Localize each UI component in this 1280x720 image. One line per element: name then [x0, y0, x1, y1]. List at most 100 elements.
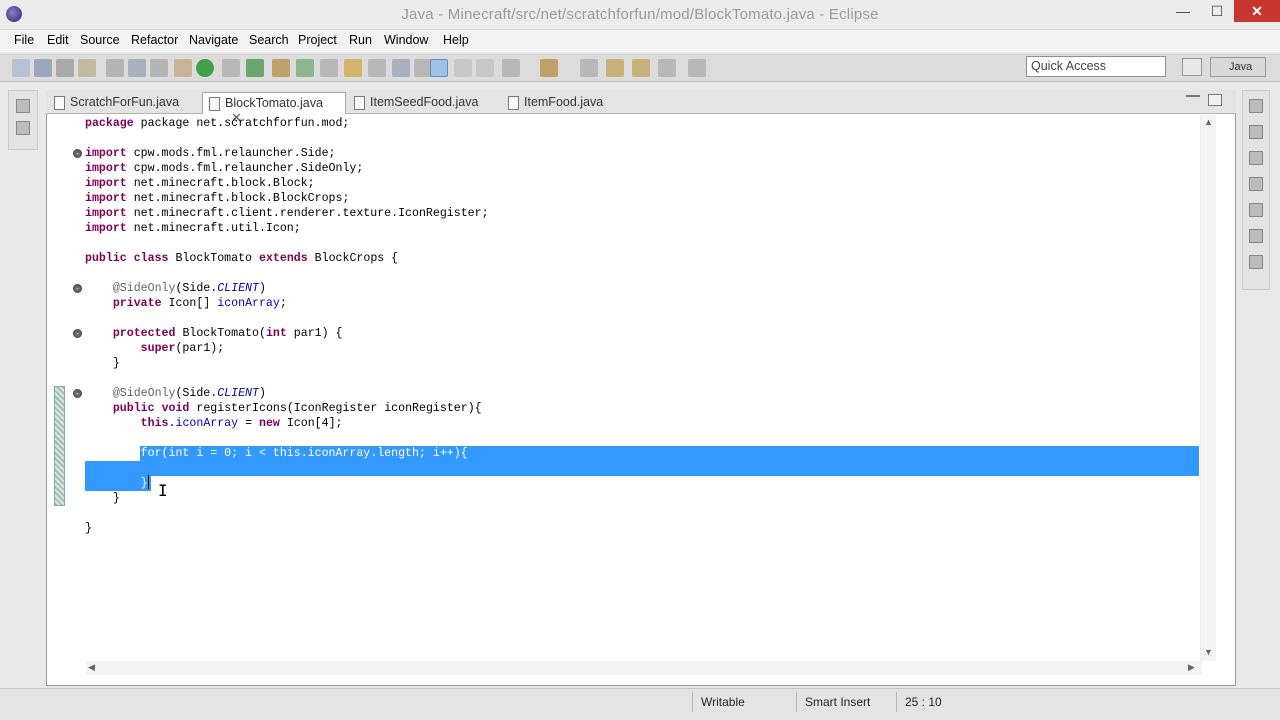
java-file-icon — [508, 96, 519, 110]
menu-help[interactable]: Help — [443, 33, 469, 47]
code-line: @SideOnly(Side.CLIENT) — [112, 387, 266, 400]
open-task-icon[interactable] — [368, 59, 386, 77]
fold-constructor-icon[interactable]: - — [73, 329, 82, 338]
code-line: import net.minecraft.block.BlockCrops; — [85, 192, 350, 205]
ibeam-cursor-icon: I — [158, 481, 168, 500]
menu-search[interactable]: Search — [249, 33, 289, 47]
task-list-icon[interactable] — [1249, 151, 1263, 165]
scroll-left-icon[interactable]: ◀ — [88, 662, 95, 673]
new-package-icon[interactable] — [296, 59, 314, 77]
code-line: public void registerIcons(IconRegister i… — [112, 402, 482, 415]
code-line: import net.minecraft.client.renderer.tex… — [85, 207, 489, 220]
menu-source[interactable]: Source — [80, 33, 120, 47]
build-icon[interactable] — [106, 59, 124, 77]
tab-blocktomato[interactable]: BlockTomato.java ✕ — [202, 92, 346, 125]
restore-right-icon[interactable] — [1249, 99, 1263, 113]
forward-icon[interactable] — [632, 59, 650, 77]
tab-itemseedfood[interactable]: ItemSeedFood.java — [348, 92, 498, 114]
menu-refactor[interactable]: Refactor — [131, 33, 178, 47]
declaration-icon[interactable] — [1249, 229, 1263, 243]
tab-itemfood[interactable]: ItemFood.java — [502, 92, 622, 114]
restore-icon[interactable] — [16, 99, 30, 113]
status-bar — [0, 688, 1280, 720]
back-icon[interactable] — [606, 59, 624, 77]
previous-annotation-icon[interactable] — [540, 59, 558, 77]
code-line: this.iconArray = new Icon[4]; — [140, 417, 343, 430]
right-trim-stack — [1242, 90, 1270, 290]
pin-editor-icon[interactable] — [658, 59, 676, 77]
menu-navigate[interactable]: Navigate — [189, 33, 238, 47]
fold-imports-icon[interactable]: - — [73, 149, 82, 158]
menu-file[interactable]: File — [14, 33, 34, 47]
mark-occurrences-icon[interactable] — [430, 59, 448, 77]
java-file-icon — [209, 97, 220, 111]
show-whitespace-icon[interactable] — [476, 59, 494, 77]
run-icon[interactable] — [196, 59, 214, 77]
scroll-right-icon[interactable]: ▶ — [1188, 662, 1195, 673]
terminal-icon[interactable] — [150, 59, 168, 77]
code-line: super(par1); — [140, 342, 225, 355]
save-icon[interactable] — [34, 59, 52, 77]
close-window-button[interactable]: ✕ — [1234, 0, 1280, 22]
horizontal-scrollbar[interactable]: ◀ ▶ — [86, 661, 1202, 675]
status-insert-mode: Smart Insert — [796, 692, 892, 712]
java-perspective-button[interactable]: Java — [1210, 57, 1266, 77]
code-line: } — [85, 492, 120, 505]
quick-access-input[interactable]: Quick Access — [1026, 56, 1166, 77]
tab-scratchforfun[interactable]: ScratchForFun.java — [48, 92, 198, 114]
menu-window[interactable]: Window — [384, 33, 428, 47]
vertical-scrollbar[interactable]: ▲ ▼ — [1200, 115, 1216, 661]
last-edit-location-icon[interactable] — [580, 59, 598, 77]
new-java-project-icon[interactable] — [272, 59, 290, 77]
status-cursor-position: 25 : 10 — [896, 692, 990, 712]
left-trim-stack — [8, 90, 38, 150]
code-line: import cpw.mods.fml.relauncher.Side; — [85, 147, 336, 160]
tab-label: BlockTomato.java — [225, 96, 323, 110]
fold-field-icon[interactable]: - — [73, 284, 82, 293]
java-file-icon — [354, 96, 365, 110]
outline-icon[interactable] — [1249, 125, 1263, 139]
open-type-icon[interactable] — [344, 59, 362, 77]
javadoc-icon[interactable] — [1249, 203, 1263, 217]
problems-icon[interactable] — [1249, 177, 1263, 191]
new-class-icon[interactable] — [320, 59, 338, 77]
scroll-down-icon[interactable]: ▼ — [1204, 647, 1213, 657]
next-annotation-icon[interactable] — [502, 59, 520, 77]
coverage-icon[interactable] — [222, 59, 240, 77]
misc-tool-icon[interactable] — [688, 59, 706, 77]
external-tools-icon[interactable] — [246, 59, 264, 77]
quick-diff-change-bar — [54, 386, 65, 506]
maximize-button[interactable]: ☐ — [1202, 0, 1232, 22]
block-selection-icon[interactable] — [454, 59, 472, 77]
menu-run[interactable]: Run — [349, 33, 372, 47]
save-all-icon[interactable] — [56, 59, 74, 77]
console-icon[interactable] — [1249, 255, 1263, 269]
package-explorer-icon[interactable] — [16, 121, 30, 135]
code-line: protected BlockTomato(int par1) { — [112, 327, 343, 340]
code-editor[interactable]: package package net.scratchforfun.mod; i… — [85, 116, 489, 536]
code-line: @SideOnly(Side.CLIENT) — [112, 282, 266, 295]
debug-icon[interactable] — [174, 59, 192, 77]
menu-edit[interactable]: Edit — [47, 33, 69, 47]
code-line: public class BlockTomato extends BlockCr… — [85, 252, 399, 265]
window-title: Java - Minecraft/src/net/scratchforfun/m… — [401, 6, 879, 23]
minimize-editor-icon[interactable] — [1186, 95, 1200, 105]
scroll-up-icon[interactable]: ▲ — [1204, 117, 1213, 127]
code-line: for(int i = 0; i < this.iconArray.length… — [140, 447, 468, 460]
print-icon[interactable] — [78, 59, 96, 77]
tab-label: ItemSeedFood.java — [370, 95, 479, 109]
tab-label: ItemFood.java — [524, 95, 604, 109]
status-writable: Writable — [692, 692, 792, 712]
menu-project[interactable]: Project — [298, 33, 337, 47]
maximize-editor-icon[interactable] — [1208, 94, 1222, 106]
code-line: private Icon[] iconArray; — [112, 297, 287, 310]
fold-method-icon[interactable]: - — [73, 389, 82, 398]
toggle-icon[interactable] — [128, 59, 146, 77]
search-icon[interactable] — [392, 59, 410, 77]
minimize-button[interactable]: — — [1168, 0, 1198, 22]
new-icon[interactable] — [12, 59, 30, 77]
open-perspective-icon[interactable] — [1182, 58, 1202, 76]
